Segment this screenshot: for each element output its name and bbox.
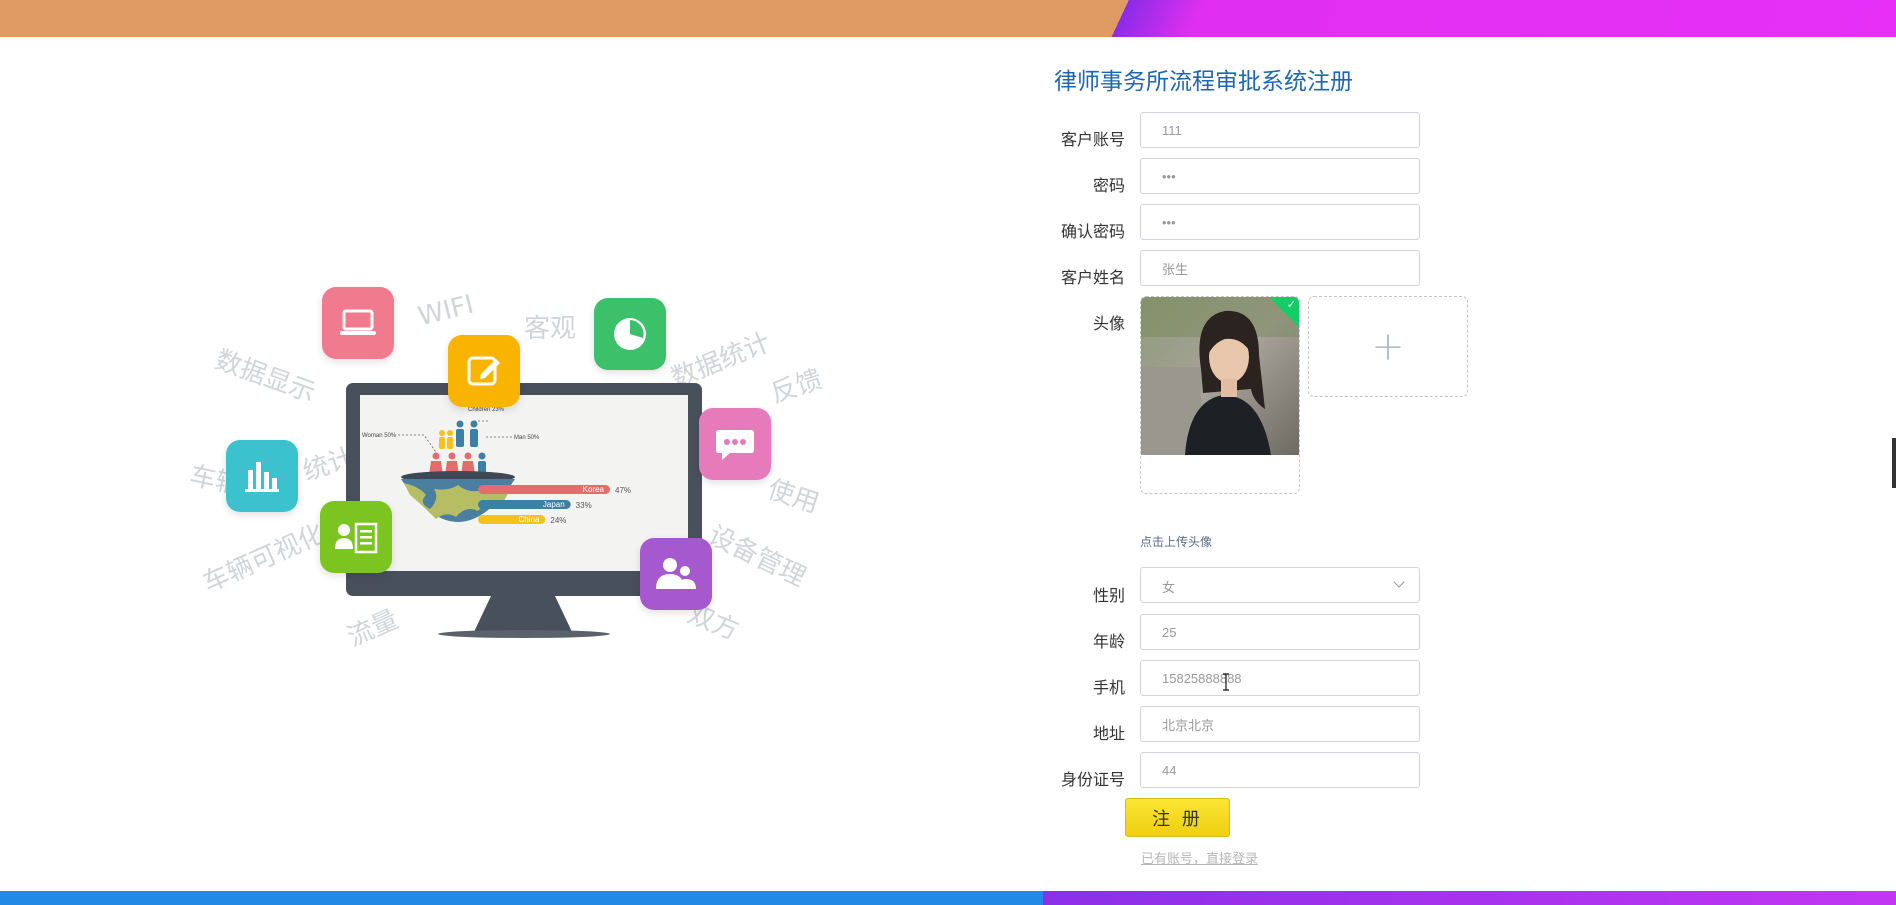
register-button[interactable]: 注 册	[1125, 798, 1230, 837]
bar-pct-korea: 47%	[615, 486, 631, 495]
login-link[interactable]: 已有账号，直接登录	[1141, 848, 1258, 867]
edit-icon	[448, 335, 520, 407]
pie-chart-icon	[594, 298, 666, 370]
id-card-input[interactable]	[1140, 752, 1420, 788]
customer-name-input[interactable]	[1140, 250, 1420, 286]
monitor-stand	[473, 596, 573, 634]
float-word-feedback: 反馈	[767, 364, 827, 410]
users-icon	[640, 538, 712, 610]
bar-pct-china: 24%	[550, 516, 566, 525]
infographic: Woman 50% Children 23% Man 50% Korea 47%…	[362, 407, 631, 525]
monitor-base	[438, 630, 610, 638]
account-input[interactable]	[1140, 112, 1420, 148]
chevron-down-icon	[1393, 576, 1405, 588]
bar-label-china: China	[518, 515, 539, 524]
phone-label: 手机	[1092, 678, 1125, 697]
float-word-device-mgmt: 设备管理	[703, 520, 811, 594]
confirm-password-label: 确认密码	[1060, 222, 1125, 241]
scrollbar-thumb[interactable]	[1892, 438, 1896, 488]
bar-pct-japan: 33%	[576, 501, 592, 510]
gender-selected-value: 女	[1162, 581, 1176, 596]
monitor-screen: Woman 50% Children 23% Man 50% Korea 47%…	[360, 395, 688, 571]
avatar-preview[interactable]: ✓	[1140, 296, 1300, 494]
float-word-traffic: 流量	[343, 604, 403, 654]
id-card-label: 身份证号	[1060, 770, 1125, 789]
bar-label-japan: Japan	[543, 500, 565, 509]
woman-label: Woman 50%	[362, 433, 397, 439]
avatar-upload-button[interactable]: +	[1308, 296, 1468, 397]
address-input[interactable]	[1140, 706, 1420, 742]
page-title: 律师事务所流程审批系统注册	[1054, 69, 1353, 95]
plus-icon: +	[1371, 323, 1405, 370]
bar-label-korea: Korea	[583, 485, 605, 494]
upload-success-badge: ✓	[1269, 297, 1299, 327]
laptop-icon	[322, 287, 394, 359]
bottom-banner	[0, 891, 1896, 905]
account-label: 客户账号	[1060, 130, 1125, 149]
confirm-password-input[interactable]	[1140, 204, 1420, 240]
check-icon: ✓	[1286, 298, 1296, 311]
gender-select[interactable]: 女	[1140, 567, 1420, 603]
address-label: 地址	[1092, 724, 1125, 743]
bar-chart-icon	[226, 440, 298, 512]
phone-input[interactable]	[1140, 660, 1420, 696]
password-input[interactable]	[1140, 158, 1420, 194]
customer-name-label: 客户姓名	[1060, 268, 1125, 287]
password-label: 密码	[1092, 176, 1125, 195]
float-word-vehicle-visual: 车辆可视化	[198, 518, 330, 599]
top-banner	[0, 0, 1896, 37]
country-bars: Korea 47% Japan 33% China 24%	[478, 485, 631, 525]
man-label: Man 50%	[514, 435, 540, 441]
avatar-upload-hint: 点击上传头像	[1140, 535, 1213, 549]
float-word-wifi: WIFI	[415, 289, 477, 333]
contact-card-icon	[320, 501, 392, 573]
gender-label: 性别	[1092, 586, 1125, 605]
people-figures	[429, 420, 486, 475]
float-word-use: 使用	[763, 474, 823, 520]
text-cursor-icon	[1223, 673, 1229, 691]
avatar-label: 头像	[1092, 314, 1125, 333]
float-word-keguan: 客观	[524, 314, 577, 344]
children-label: Children 23%	[468, 407, 505, 413]
globe-bowl	[401, 471, 515, 522]
chat-icon	[699, 408, 771, 480]
float-word-data-display: 数据显示	[211, 344, 320, 409]
hero-illustration: WIFI 客观 数据显示 数据统计 反馈 统计 车辆 使用 车辆可视化 设备管理…	[180, 280, 850, 660]
age-label: 年龄	[1092, 632, 1125, 651]
age-input[interactable]	[1140, 614, 1420, 650]
